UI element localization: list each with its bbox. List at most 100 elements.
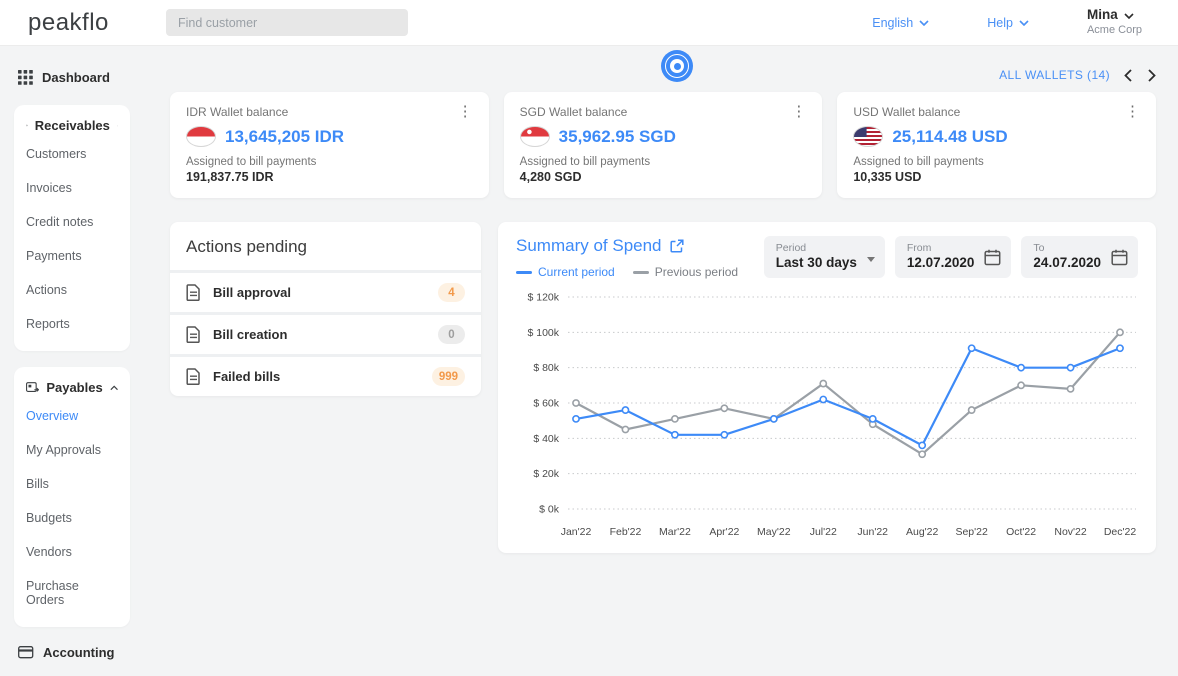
count-badge: 0	[438, 325, 465, 344]
receivables-icon	[26, 119, 28, 132]
sidebar-item-my-approvals[interactable]: My Approvals	[26, 433, 118, 467]
help-dropdown[interactable]: Help	[987, 16, 1029, 30]
sidebar: Dashboard Receivables Customers Invoices…	[0, 46, 155, 676]
svg-text:Feb'22: Feb'22	[610, 526, 642, 538]
sidebar-dashboard-label: Dashboard	[42, 70, 110, 85]
wallet-title: USD Wallet balance	[853, 105, 1142, 119]
sidebar-item-budgets[interactable]: Budgets	[26, 501, 118, 535]
wallet-amount: 25,114.48 USD	[892, 127, 1007, 147]
svg-text:$ 120k: $ 120k	[527, 292, 559, 304]
svg-text:$ 80k: $ 80k	[533, 362, 559, 374]
sidebar-item-bills[interactable]: Bills	[26, 467, 118, 501]
action-row-failed-bills[interactable]: Failed bills 999	[170, 354, 481, 396]
user-menu[interactable]: Mina Acme Corp	[1087, 7, 1142, 38]
user-name: Mina	[1087, 7, 1118, 24]
sidebar-item-dashboard[interactable]: Dashboard	[18, 66, 155, 89]
document-icon	[186, 368, 201, 385]
actions-pending-card: Actions pending Bill approval 4 Bill cre…	[170, 222, 481, 396]
peakflo-logo: peakflo	[28, 9, 158, 37]
chevron-left-icon[interactable]	[1124, 69, 1132, 82]
kebab-menu-icon[interactable]: ⋮	[454, 102, 477, 121]
accounting-label: Accounting	[43, 645, 115, 660]
action-row-bill-approval[interactable]: Bill approval 4	[170, 270, 481, 312]
main-content: ALL WALLETS (14) IDR Wallet balance ⋮ 13…	[155, 46, 1178, 676]
indonesia-flag-icon	[186, 126, 216, 147]
to-value: 24.07.2020	[1033, 255, 1101, 272]
language-dropdown[interactable]: English	[872, 16, 929, 30]
svg-text:Aug'22: Aug'22	[906, 526, 939, 538]
svg-text:Jan'22: Jan'22	[561, 526, 592, 538]
svg-text:Oct'22: Oct'22	[1006, 526, 1036, 538]
wallet-card-idr: IDR Wallet balance ⋮ 13,645,205 IDR Assi…	[170, 92, 489, 198]
sidebar-item-payables[interactable]: Payables	[26, 380, 118, 395]
from-label: From	[907, 242, 975, 255]
assigned-value: 4,280 SGD	[520, 170, 809, 184]
svg-text:$ 40k: $ 40k	[533, 433, 559, 445]
sidebar-item-payments[interactable]: Payments	[26, 239, 118, 273]
help-label: Help	[987, 16, 1013, 30]
payables-group: Payables Overview My Approvals Bills Bud…	[14, 367, 130, 627]
sidebar-item-customers[interactable]: Customers	[26, 137, 118, 171]
wallet-amount: 13,645,205 IDR	[225, 127, 344, 147]
action-label: Bill approval	[213, 285, 291, 300]
all-wallets-link[interactable]: ALL WALLETS (14)	[999, 68, 1110, 82]
sidebar-item-overview[interactable]: Overview	[26, 399, 118, 433]
chevron-down-icon	[919, 20, 929, 26]
from-date-picker[interactable]: From 12.07.2020	[895, 236, 1012, 278]
chevron-up-icon[interactable]	[117, 123, 118, 129]
dropdown-arrow-icon	[867, 257, 875, 262]
payables-label: Payables	[46, 380, 102, 395]
search-input[interactable]	[166, 9, 408, 36]
action-row-bill-creation[interactable]: Bill creation 0	[170, 312, 481, 354]
legend-dash-icon	[633, 271, 649, 274]
wallet-amount: 35,962.95 SGD	[559, 127, 676, 147]
chart-title: Summary of Spend	[516, 236, 662, 256]
sidebar-item-reports[interactable]: Reports	[26, 307, 118, 341]
sidebar-item-vendors[interactable]: Vendors	[26, 535, 118, 569]
period-value: Last 30 days	[776, 255, 857, 272]
sidebar-item-purchase-orders[interactable]: Purchase Orders	[26, 569, 118, 617]
summary-of-spend-link[interactable]: Summary of Spend	[516, 236, 738, 256]
svg-text:Sep'22: Sep'22	[955, 526, 988, 538]
chevron-right-icon[interactable]	[1148, 69, 1156, 82]
svg-text:Dec'22: Dec'22	[1104, 526, 1137, 538]
sidebar-item-invoices[interactable]: Invoices	[26, 171, 118, 205]
svg-text:Apr'22: Apr'22	[709, 526, 739, 538]
sidebar-item-accounting[interactable]: Accounting	[18, 641, 155, 664]
svg-text:$ 20k: $ 20k	[533, 468, 559, 480]
wallet-card-sgd: SGD Wallet balance ⋮ 35,962.95 SGD Assig…	[504, 92, 823, 198]
receivables-label: Receivables	[35, 118, 110, 133]
kebab-menu-icon[interactable]: ⋮	[1121, 102, 1144, 121]
singapore-flag-icon	[520, 126, 550, 147]
usa-flag-icon	[853, 126, 883, 147]
svg-text:Mar'22: Mar'22	[659, 526, 691, 538]
sidebar-item-actions[interactable]: Actions	[26, 273, 118, 307]
document-icon	[186, 326, 201, 343]
svg-text:$ 60k: $ 60k	[533, 398, 559, 410]
external-link-icon	[670, 239, 684, 253]
sidebar-item-receivables[interactable]: Receivables	[26, 118, 118, 133]
grid-icon	[18, 70, 33, 85]
language-label: English	[872, 16, 913, 30]
assigned-value: 10,335 USD	[853, 170, 1142, 184]
calendar-icon	[1111, 249, 1128, 266]
to-label: To	[1033, 242, 1101, 255]
period-select[interactable]: Period Last 30 days	[764, 236, 885, 278]
wallet-title: SGD Wallet balance	[520, 105, 809, 119]
svg-text:Jun'22: Jun'22	[857, 526, 888, 538]
receivables-group: Receivables Customers Invoices Credit no…	[14, 105, 130, 351]
to-date-picker[interactable]: To 24.07.2020	[1021, 236, 1138, 278]
legend-previous-period: Previous period	[633, 265, 738, 279]
svg-text:Jul'22: Jul'22	[810, 526, 837, 538]
count-badge: 4	[438, 283, 465, 302]
legend-current-period: Current period	[516, 265, 615, 279]
sidebar-item-credit-notes[interactable]: Credit notes	[26, 205, 118, 239]
svg-text:$ 0k: $ 0k	[539, 504, 560, 516]
user-organization: Acme Corp	[1087, 24, 1142, 38]
chevron-down-icon	[1019, 20, 1029, 26]
chevron-up-icon[interactable]	[110, 385, 118, 391]
chevron-down-icon	[1124, 13, 1134, 19]
document-icon	[186, 284, 201, 301]
kebab-menu-icon[interactable]: ⋮	[787, 102, 810, 121]
period-label: Period	[776, 242, 857, 255]
